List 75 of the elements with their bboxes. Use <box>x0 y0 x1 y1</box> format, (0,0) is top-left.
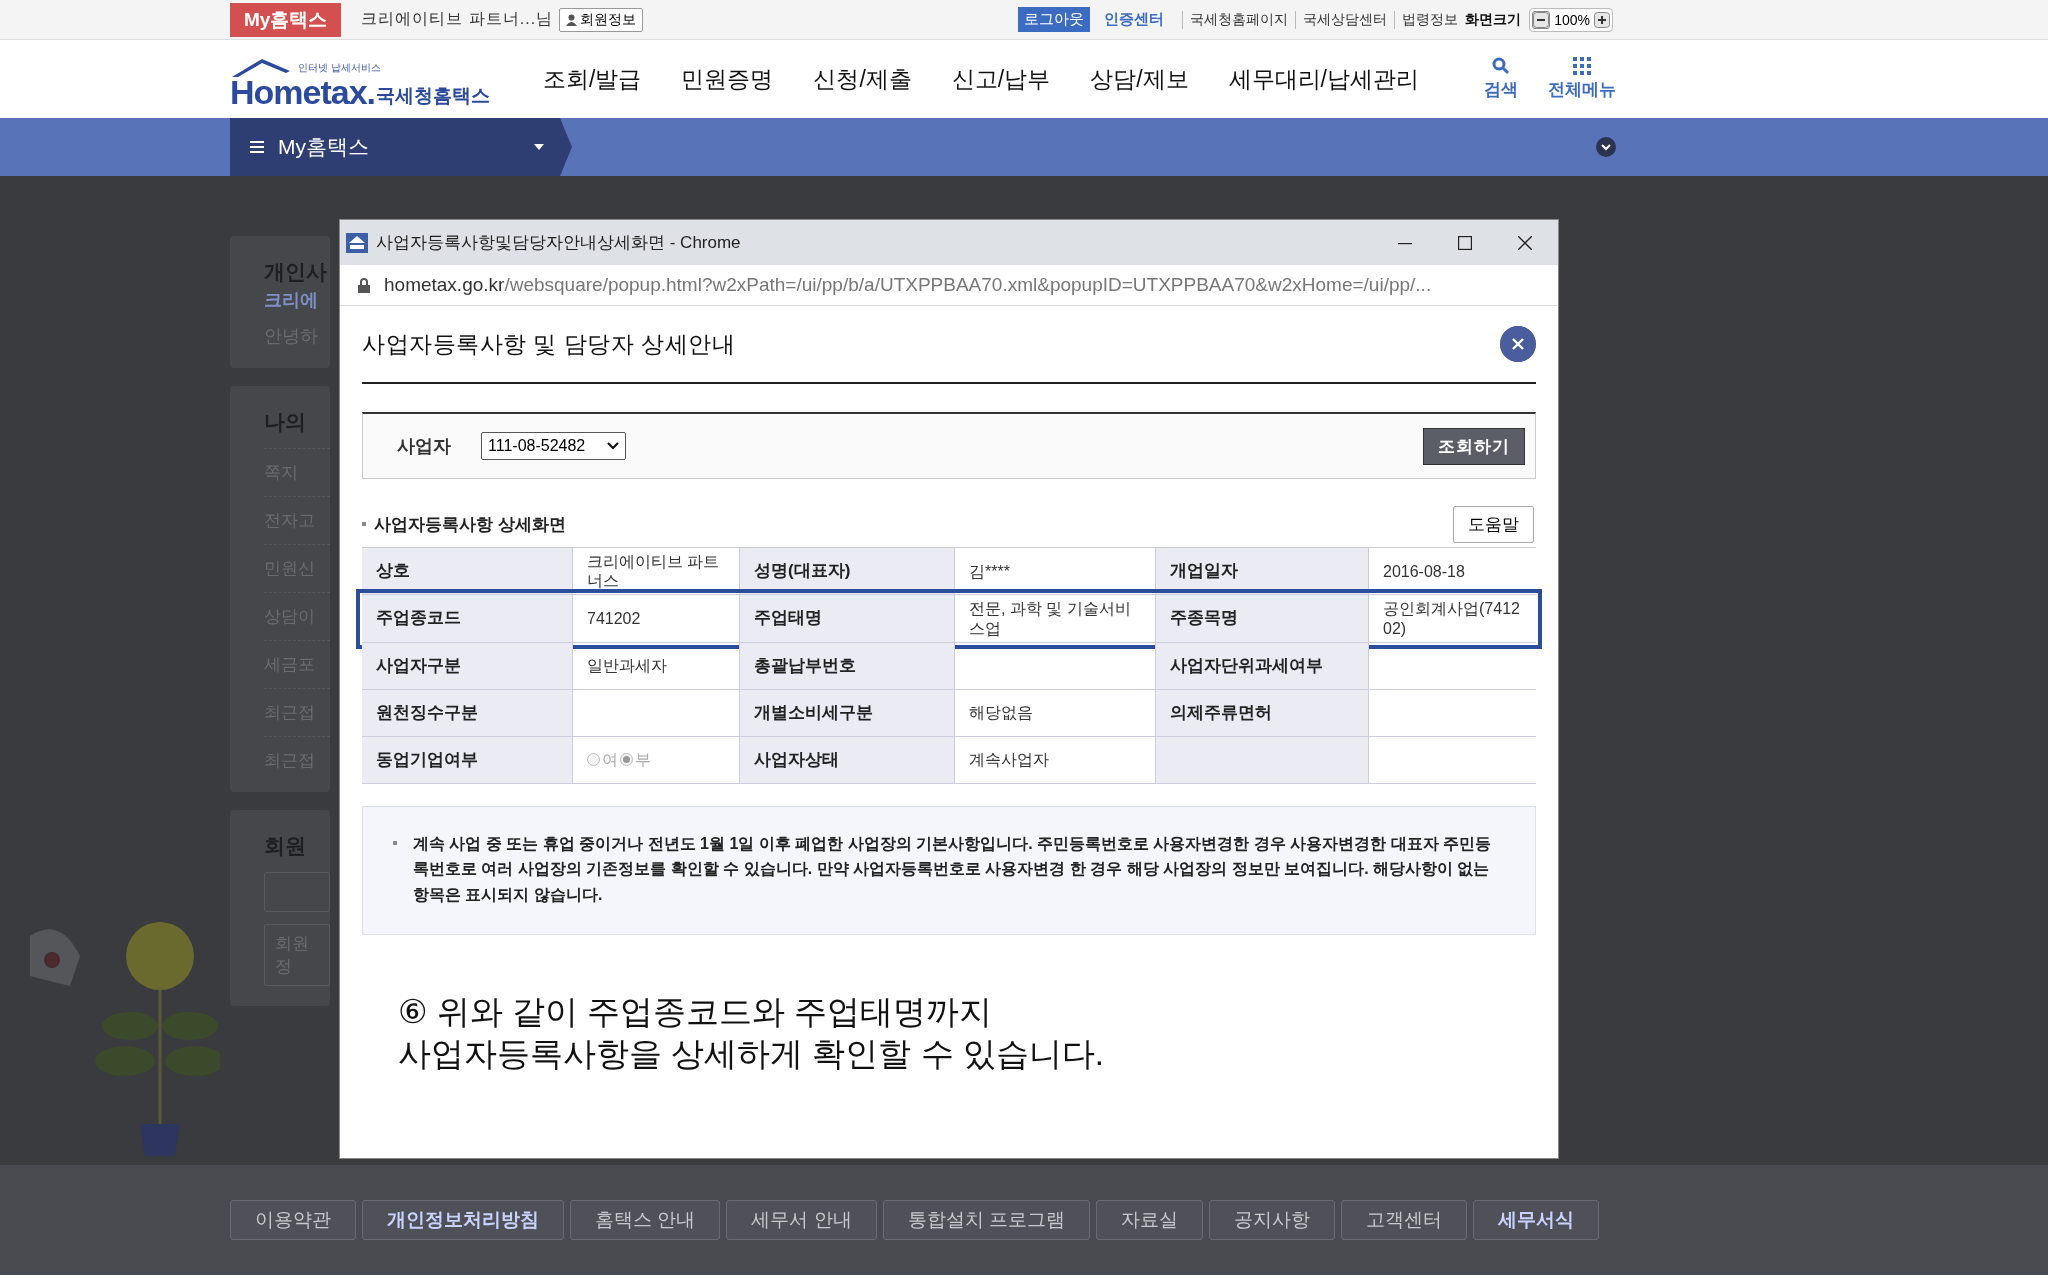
menu-item[interactable]: 신고/납부 <box>951 63 1051 95</box>
field-label: 개별소비세구분 <box>740 689 955 736</box>
menu-icon[interactable] <box>250 141 264 153</box>
menu-item[interactable]: 세무대리/납세관리 <box>1228 63 1419 95</box>
url-host[interactable]: hometax.go.kr <box>384 274 505 296</box>
field-label: 주업태명 <box>740 595 955 642</box>
query-button[interactable]: 조회하기 <box>1423 427 1525 465</box>
zoom-in-icon[interactable] <box>1594 11 1610 28</box>
caret-icon[interactable] <box>534 144 544 150</box>
menu-item[interactable]: 민원증명 <box>681 63 774 95</box>
notice-text: 계속 사업 중 또는 휴업 중이거나 전년도 1월 1일 이후 폐업한 사업장의 기본사항입니다. 주민등록번호로 사용자변경한 경우 사용자변경한 대표자 주민등록번호로 여러 사업장의 기존정보를 확인할 수 있습니다. 만약 사업자등록번호로 사용자변경 한 경우 해당 사업장의 정보만 보여집니다. 해당사항이 없는 항목은 표시되지 않습니다. <box>413 833 1493 905</box>
caption-text: 사업자등록사항을 상세하게 확인할 수 있습니다. <box>398 1034 1105 1075</box>
footer-link[interactable]: 자료실 <box>1095 1200 1203 1240</box>
field-label: 주종목명 <box>1156 595 1369 642</box>
field-label: 총괄납부번호 <box>740 642 955 689</box>
footer-link[interactable]: 세무서 안내 <box>726 1200 877 1240</box>
person-icon <box>566 13 578 26</box>
menu-item[interactable]: 상담/제보 <box>1090 63 1189 95</box>
close-icon[interactable] <box>1500 326 1536 362</box>
field-label: 성명(대표자) <box>740 548 955 595</box>
caption-text: ⑥ 위와 같이 주업종코드와 주업태명까지 <box>398 991 994 1032</box>
field-label: 사업자구분 <box>362 642 573 689</box>
cert-center-link[interactable]: 인증센터 <box>1104 10 1165 29</box>
footer-link[interactable]: 세무서식 <box>1472 1200 1599 1240</box>
field-label: 사업자단위과세여부 <box>1156 642 1369 689</box>
business-number-select[interactable]: 111-08-52482 <box>481 432 627 460</box>
menu-item[interactable]: 신청/제출 <box>813 63 912 95</box>
field-label: 동업기업여부 <box>362 736 573 783</box>
zoom-value: 100% <box>1553 11 1591 28</box>
zoom-label: 화면크기 <box>1465 10 1523 29</box>
input-field[interactable] <box>264 872 330 912</box>
card-link[interactable]: 크리에 <box>264 288 330 312</box>
top-link[interactable]: 국세청홈페이지 <box>1182 10 1296 29</box>
footer-link[interactable]: 홈택스 안내 <box>570 1200 721 1240</box>
grid-menu-icon[interactable] <box>1573 57 1591 75</box>
section-title: 사업자등록사항 상세화면 <box>374 513 567 536</box>
footer-link[interactable]: 통합설치 프로그램 <box>882 1200 1090 1240</box>
field-value: 2016-08-18 <box>1382 561 1466 582</box>
logo-tagline: 인터넷 납세서비스 <box>298 61 381 75</box>
field-value: 공인회계사업(741202) <box>1382 599 1521 639</box>
footer-link[interactable]: 고객센터 <box>1340 1200 1467 1240</box>
popup-heading: 사업자등록사항 및 담당자 상세안내 <box>362 329 737 359</box>
close-icon[interactable] <box>1518 235 1532 250</box>
chevron-down-icon[interactable] <box>1596 137 1616 157</box>
caret-icon <box>607 442 620 450</box>
user-name: 크리에이티브 파트너...님 <box>361 9 554 29</box>
zoom-out-icon[interactable] <box>1532 10 1551 29</box>
hometax-logo-icon <box>346 232 368 253</box>
search-label[interactable]: 검색 <box>1484 78 1518 101</box>
footer-link[interactable]: 이용약관 <box>230 1200 356 1240</box>
business-label: 사업자 <box>397 435 451 458</box>
field-label: 사업자상태 <box>740 736 955 783</box>
top-link[interactable]: 국세상담센터 <box>1295 10 1395 29</box>
menu-item[interactable]: 조회/발급 <box>543 63 642 95</box>
help-button[interactable]: 도움말 <box>1453 505 1534 543</box>
field-label: 개업일자 <box>1156 548 1369 595</box>
footer-link[interactable]: 공지사항 <box>1208 1200 1335 1240</box>
all-menu-label[interactable]: 전체메뉴 <box>1548 78 1616 101</box>
my-hometax-title[interactable]: My홈택스 <box>278 133 520 161</box>
logo-text[interactable]: Hometax. <box>230 73 376 112</box>
field-label: 주업종코드 <box>362 595 573 642</box>
footer-link[interactable]: 개인정보처리방침 <box>362 1200 564 1240</box>
search-icon[interactable] <box>1492 57 1510 75</box>
maximize-icon[interactable] <box>1458 235 1472 250</box>
lock-icon <box>358 277 370 293</box>
logo-name[interactable]: 국세청홈택스 <box>376 83 490 109</box>
top-link[interactable]: 법령정보 <box>1394 10 1466 29</box>
field-label: 원천징수구분 <box>362 689 573 736</box>
field-label: 의제주류면허 <box>1156 689 1369 736</box>
window-title: 사업자등록사항및담당자안내상세화면 - Chrome <box>376 232 742 254</box>
url-path[interactable]: /websquare/popup.html?w2xPath=/ui/pp/b/a/UTXPPBAA70.xml&popupID=UTXPPBAA70&w2xHome=/ui/pp/... <box>504 274 1432 296</box>
logout-button[interactable]: 로그아웃 <box>1018 7 1091 32</box>
my-hometax-button[interactable]: My홈택스 <box>230 2 342 37</box>
member-info-button[interactable]: 회원정보 <box>559 7 644 32</box>
field-label: 상호 <box>362 548 573 595</box>
